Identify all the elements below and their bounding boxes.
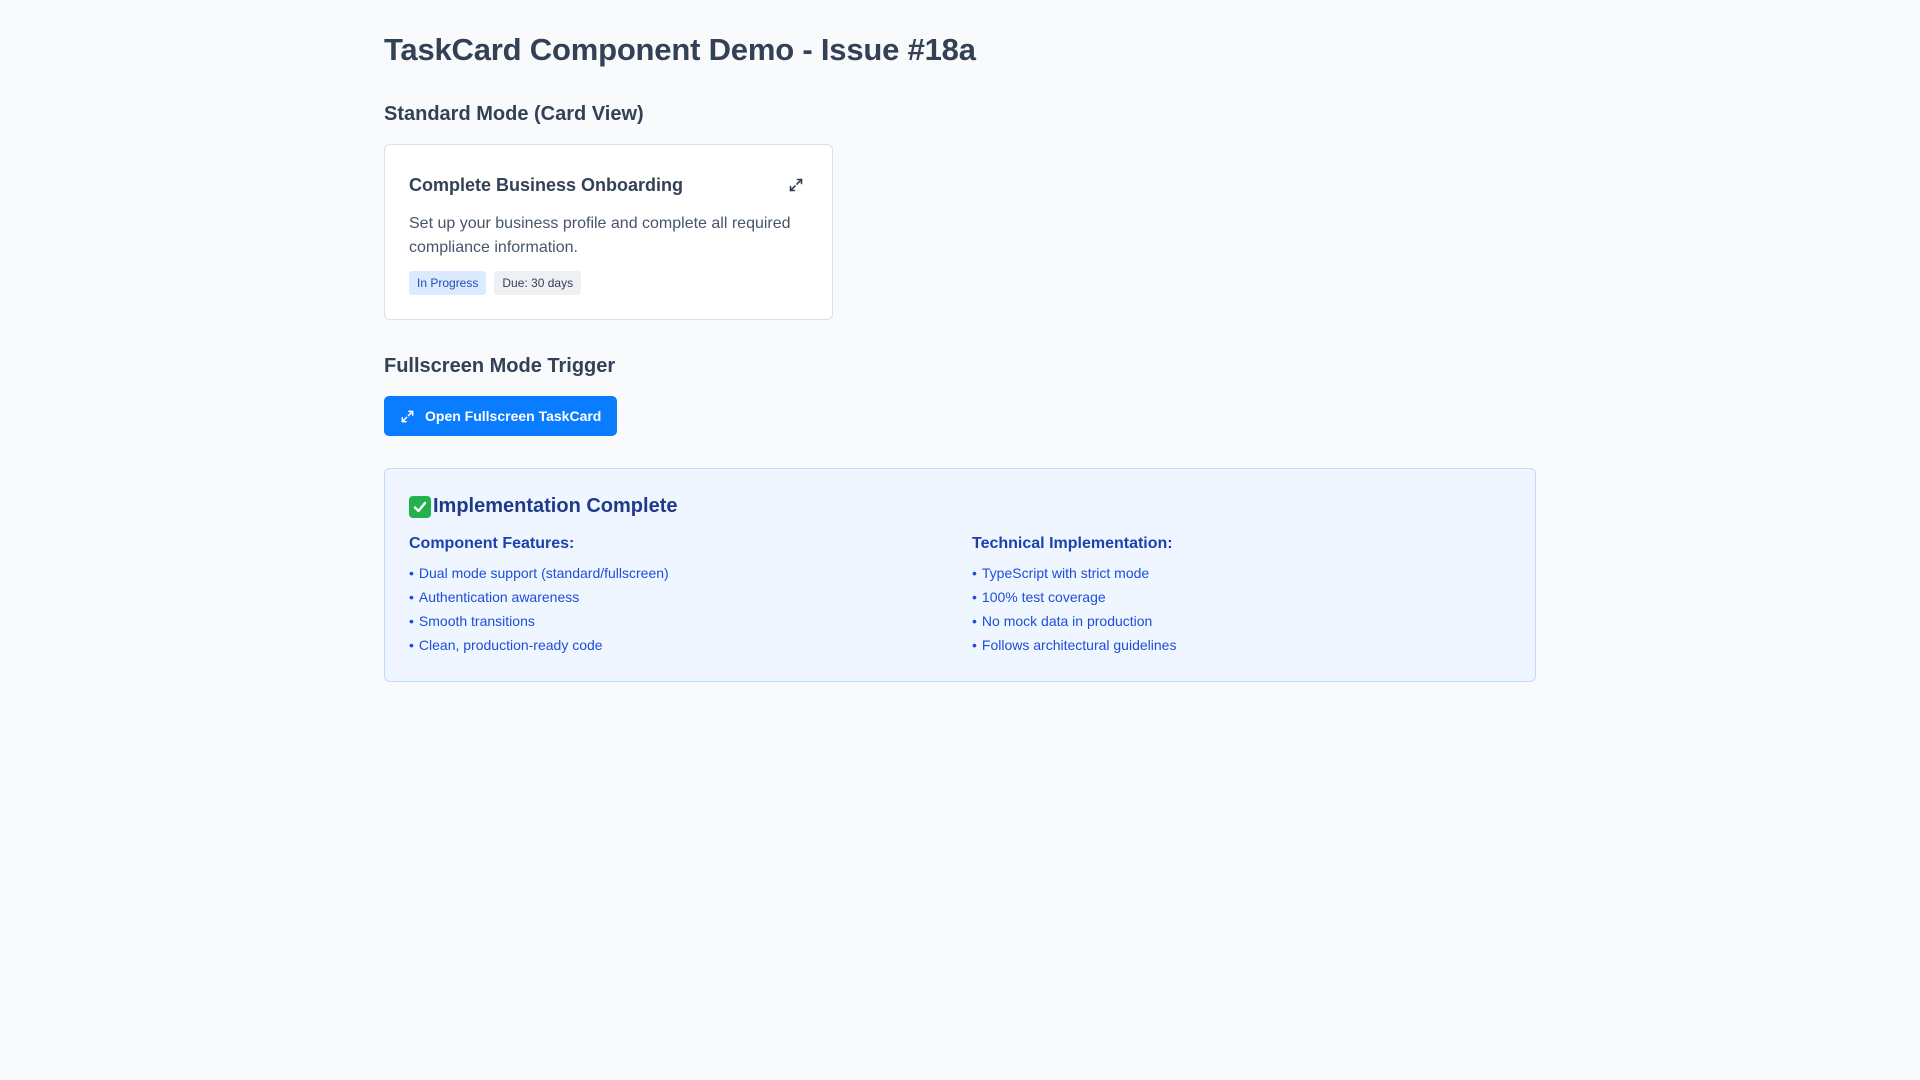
standard-mode-heading: Standard Mode (Card View) <box>384 103 644 125</box>
task-card-badges: In Progress Due: 30 days <box>409 271 582 295</box>
expand-button[interactable] <box>786 175 806 195</box>
list-item: • Smooth transitions <box>409 613 535 629</box>
expand-icon <box>789 178 803 192</box>
list-item: • TypeScript with strict mode <box>972 565 1150 581</box>
component-features-title: Component Features: <box>409 535 575 552</box>
list-item: • Dual mode support (standard/fullscreen) <box>409 565 669 581</box>
list-item: • Authentication awareness <box>409 589 580 605</box>
technical-implementation-column: Technical Implementation: • TypeScript wi… <box>972 535 1176 657</box>
component-features-list: • Dual mode support (standard/fullscreen)… <box>409 561 669 657</box>
check-mark-icon <box>409 495 431 518</box>
open-fullscreen-button[interactable]: Open Fullscreen TaskCard <box>384 396 618 436</box>
page-title: TaskCard Component Demo - Issue #18a <box>384 32 976 67</box>
status-badge: In Progress <box>409 271 487 295</box>
expand-icon <box>401 410 414 422</box>
task-card: Complete Business Onboarding Set up your… <box>384 144 833 320</box>
due-date-badge: Due: 30 days <box>494 271 582 295</box>
task-card-description: Set up your business profile and complet… <box>409 215 791 256</box>
implementation-heading: Implementation Complete <box>409 495 677 518</box>
list-item: • Clean, production-ready code <box>409 637 603 653</box>
task-card-title: Complete Business Onboarding <box>409 175 684 195</box>
implementation-complete-panel: Implementation Complete Component Featur… <box>384 468 1536 682</box>
technical-implementation-list: • TypeScript with strict mode • 100% test … <box>972 561 1176 657</box>
technical-implementation-title: Technical Implementation: <box>972 535 1173 552</box>
component-features-column: Component Features: • Dual mode support (… <box>409 535 669 657</box>
implementation-heading-text: Implementation Complete <box>433 495 678 517</box>
list-item: • 100% test coverage <box>972 589 1106 605</box>
open-fullscreen-button-label: Open Fullscreen TaskCard <box>425 408 602 424</box>
fullscreen-mode-heading: Fullscreen Mode Trigger <box>384 355 616 377</box>
list-item: • No mock data in production <box>972 613 1153 629</box>
list-item: • Follows architectural guidelines <box>972 637 1177 653</box>
